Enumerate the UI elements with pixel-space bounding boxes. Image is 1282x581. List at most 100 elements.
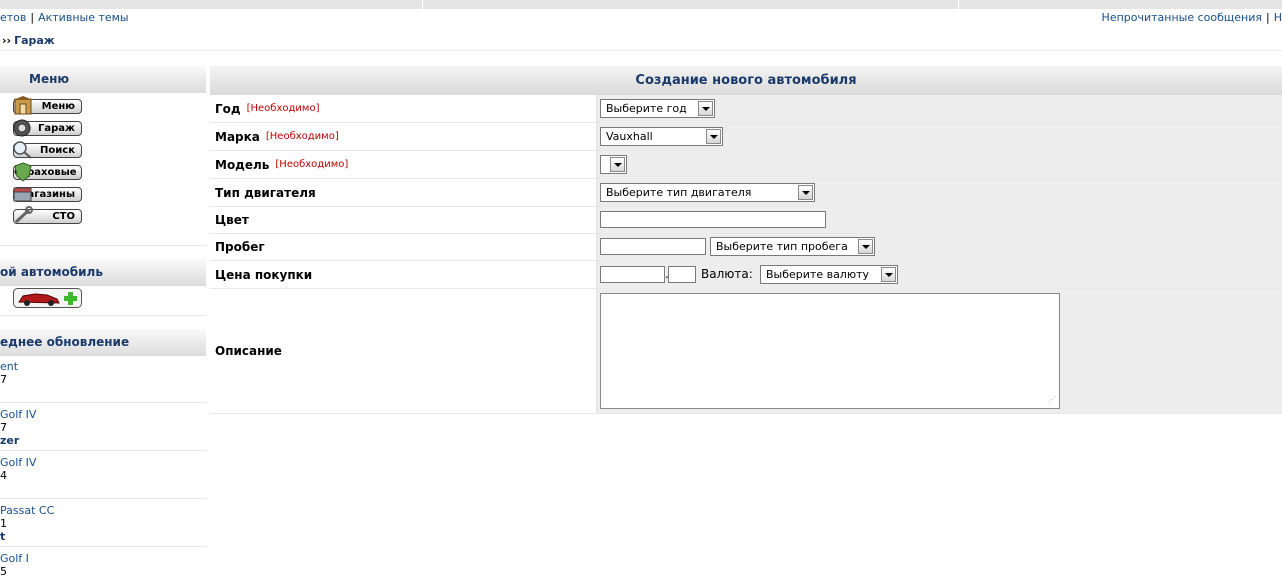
top-link-partial[interactable]: етов [0,11,26,24]
form-row-make: Марка [Необходимо] Vauxhall [210,123,1282,151]
field-label: Пробег [210,234,596,261]
form-row-engine: Тип двигателя Выберите тип двигателя [210,179,1282,207]
update-car-link[interactable]: Passat CC [0,504,54,517]
color-label: Цвет [215,213,249,227]
update-year: 5 [0,565,7,578]
field-label: Тип двигателя [210,179,596,207]
menu-button-service[interactable]: СТО [13,206,82,224]
breadcrumb: ›› Гараж [2,34,55,47]
update-year: 7 [0,421,7,434]
description-textarea[interactable]: ⋰ [600,293,1060,409]
update-car-link[interactable]: Golf IV [0,408,36,421]
model-select[interactable] [600,155,627,174]
engine-type-select-value: Выберите тип двигателя [606,186,752,199]
update-user-link[interactable]: t [0,530,5,543]
chevron-down-icon[interactable] [610,157,625,172]
menu-button-home[interactable]: Меню [13,96,82,115]
top-bar-divider [958,0,959,9]
menu-button-label: Поиск [40,145,75,156]
chevron-down-icon[interactable] [798,185,813,200]
make-label: Марка [215,129,260,144]
required-marker: [Необходимо] [265,131,339,142]
shop-icon [13,187,32,202]
sidebar-divider [0,315,206,316]
sidebar-divider [0,402,206,403]
chevron-down-icon[interactable] [706,129,721,144]
currency-select-value: Выберите валюту [766,268,870,281]
update-year: 1 [0,517,7,530]
form-row-model: Модель [Необходимо] [210,151,1282,179]
menu-button-shops[interactable]: Магазины [13,187,82,202]
sidebar-divider [0,245,206,246]
menu-button-label: Меню [41,101,75,112]
sidebar-updates-title: еднее обновление [0,329,206,356]
top-links: етов | Активные темы Непрочитанные сообщен… [0,11,1282,24]
color-input[interactable] [600,211,826,228]
field-label: Описание [210,289,596,414]
update-year: 7 [0,373,7,386]
menu-button-garage[interactable]: Гараж [13,119,82,137]
price-input[interactable] [600,266,665,283]
price-label: Цена покупки [215,267,313,282]
menu-button-search[interactable]: Поиск [13,141,82,159]
model-label: Модель [215,157,270,172]
top-link-partial-right[interactable]: Н [1274,11,1282,24]
update-car-link[interactable]: Golf IV [0,456,36,469]
house-icon [13,96,33,115]
sidebar-divider [0,450,206,451]
wheel-icon [13,119,31,137]
form-title: Создание нового автомобиля [210,66,1282,95]
year-select-value: Выберите год [606,102,687,115]
top-bar-divider [422,0,423,9]
year-label: Год [215,101,241,116]
update-item: Golf IV 7 zer [0,408,206,447]
engine-type-select[interactable]: Выберите тип двигателя [600,183,815,202]
engine-label: Тип двигателя [215,185,316,200]
breadcrumb-garage[interactable]: Гараж [14,34,55,47]
top-bar [0,0,1282,9]
mileage-type-select-value: Выберите тип пробега [716,240,848,253]
sidebar-menu-title: Меню [0,66,206,93]
update-item: ent 7 [0,360,206,386]
field-label: Цена покупки [210,261,596,289]
chevron-down-icon[interactable] [881,267,896,282]
add-car-button[interactable] [13,288,82,308]
update-user-link[interactable]: zer [0,434,19,447]
chevron-down-icon[interactable] [858,239,873,254]
add-car-icon [13,288,82,308]
wrench-icon [14,206,33,224]
mileage-type-select[interactable]: Выберите тип пробега [710,237,875,256]
update-year: 4 [0,469,7,482]
breadcrumb-arrow-icon: ›› [2,34,12,47]
required-marker: [Необходимо] [275,159,349,170]
shield-icon [14,162,32,182]
field-label: Цвет [210,207,596,234]
form-row-year: Год [Необходимо] Выберите год [210,95,1282,123]
mileage-label: Пробег [215,240,265,254]
form-row-color: Цвет [210,207,1282,234]
field-label: Марка [Необходимо] [210,123,596,151]
year-select[interactable]: Выберите год [600,99,715,118]
top-link-unread-messages[interactable]: Непрочитанные сообщения [1102,11,1262,24]
menu-button-insurance[interactable]: Страховые [13,162,82,182]
update-item: Passat CC 1 t [0,504,206,543]
make-select-value: Vauxhall [606,130,653,143]
update-car-link[interactable]: Golf I [0,552,29,565]
chevron-down-icon[interactable] [698,101,713,116]
currency-label: Валюта: [701,267,753,281]
sidebar-divider [0,498,206,499]
required-marker: [Необходимо] [246,103,320,114]
make-select[interactable]: Vauxhall [600,127,723,146]
top-link-active-topics[interactable]: Активные темы [38,11,129,24]
update-car-link[interactable]: ent [0,360,18,373]
resize-grip-icon[interactable]: ⋰ [1046,395,1056,405]
mileage-input[interactable] [600,238,706,255]
magnifier-icon [13,141,32,159]
price-cents-input[interactable] [668,266,696,283]
field-label: Модель [Необходимо] [210,151,596,179]
menu-button-label: Гараж [38,123,75,134]
currency-select[interactable]: Выберите валюту [760,265,898,284]
form-row-mileage: Пробег Выберите тип пробега [210,234,1282,261]
divider [0,50,1282,51]
form-row-price: Цена покупки . Валюта: Выберите валюту [210,261,1282,289]
